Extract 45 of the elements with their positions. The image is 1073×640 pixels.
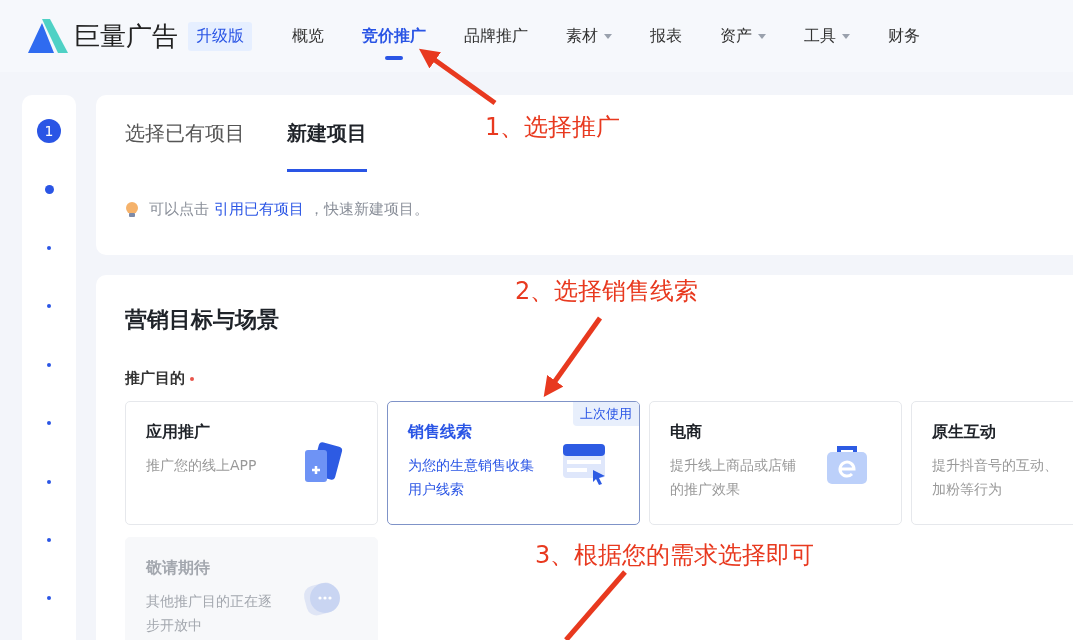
step-dot	[47, 537, 51, 542]
annotation-text: 2、选择销售线索	[515, 276, 699, 307]
option-description: 推广您的线上APP	[146, 456, 258, 475]
step-dot	[47, 479, 51, 484]
step-dot	[47, 596, 51, 601]
nav-tab[interactable]: 竞价推广	[362, 11, 426, 61]
option-description: 提升线上商品或店铺的推广效果	[670, 456, 797, 499]
option-card[interactable]: 电商 提升线上商品或店铺的推广效果	[649, 401, 902, 525]
option-card[interactable]: 上次使用 销售线索 为您的生意销售收集用户线索	[387, 401, 640, 525]
nav-tab[interactable]: 财务	[888, 11, 920, 61]
option-description: 为您的生意销售收集用户线索	[408, 456, 535, 499]
option-title: 电商	[670, 422, 703, 443]
option-card[interactable]: 应用推广 推广您的线上APP	[125, 401, 378, 525]
hint-text: 可以点击 引用已有项目 ，快速新建项目。	[149, 200, 429, 219]
nav-tab[interactable]: 品牌推广	[464, 11, 528, 61]
field-label: 推广目的	[125, 369, 185, 388]
option-description: 提升抖音号的互动、加粉等行为	[932, 456, 1059, 499]
option-description: 其他推广目的正在逐步开放中	[146, 592, 273, 635]
option-title: 销售线索	[408, 422, 473, 443]
edition-badge: 升级版	[188, 21, 252, 51]
annotation-text: 1、选择推广	[485, 112, 621, 143]
link[interactable]: 引用已有项目	[213, 200, 304, 218]
step-dot	[47, 245, 51, 250]
step-dot	[44, 185, 54, 195]
step-dot	[47, 421, 51, 426]
option-title: 敬请期待	[146, 558, 211, 579]
nav-tab[interactable]: 概览	[292, 11, 324, 61]
annotation-text: 3、根据您的需求选择即可	[535, 540, 815, 571]
option-title: 应用推广	[146, 422, 211, 443]
option-title: 原生互动	[932, 422, 997, 443]
option-card[interactable]: 原生互动 提升抖音号的互动、加粉等行为	[911, 401, 1073, 525]
tab[interactable]: 选择已有项目	[125, 95, 245, 172]
logo-icon	[28, 19, 68, 53]
tab[interactable]: 新建项目	[287, 95, 367, 172]
lightbulb-icon	[125, 201, 139, 218]
logo-text: 巨量广告	[74, 19, 178, 53]
nav-tab[interactable]: 报表	[650, 11, 682, 61]
nav-tab[interactable]: 资产	[720, 11, 766, 61]
nav-tab[interactable]: 工具	[804, 11, 850, 61]
section-title: 营销目标与场景	[125, 306, 280, 334]
step-dot	[47, 362, 51, 367]
last-used-badge: 上次使用	[573, 402, 639, 426]
step-number: 1	[37, 119, 61, 144]
step-dot	[47, 304, 51, 309]
nav-tab[interactable]: 素材	[566, 11, 612, 61]
